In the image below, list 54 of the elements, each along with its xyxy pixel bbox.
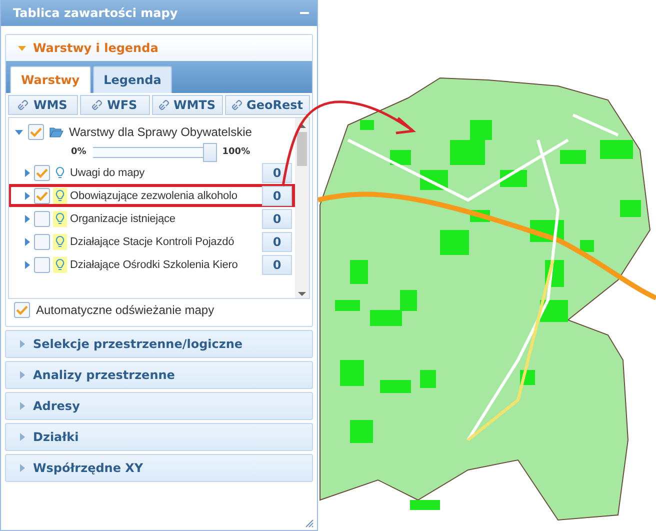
caret-right-icon[interactable] — [18, 340, 26, 348]
layer-name[interactable]: Działające Ośrodki Szkolenia Kiero — [70, 258, 238, 270]
slider-thumb[interactable] — [202, 142, 217, 162]
link-icon — [232, 100, 242, 110]
caret-right-icon[interactable] — [23, 214, 31, 222]
slider-min-label: 0% — [71, 147, 86, 157]
section-header[interactable]: Selekcje przestrzenne/logiczne — [5, 330, 313, 358]
caret-right-icon[interactable] — [23, 260, 31, 268]
service-button[interactable]: WMS — [8, 95, 78, 115]
count-button[interactable]: 0 — [262, 254, 292, 274]
group-name[interactable]: Warstwy dla Sprawy Obywatelskie — [69, 125, 252, 139]
checkbox[interactable] — [34, 256, 50, 272]
layer-name[interactable]: Organizacje istniejące — [70, 212, 176, 224]
caret-right-icon[interactable] — [23, 192, 31, 200]
checkbox[interactable] — [34, 234, 50, 250]
checkbox[interactable] — [34, 164, 50, 180]
checkbox-label: Automatyczne odświeżanie mapy — [36, 303, 214, 317]
link-icon — [158, 100, 168, 110]
caret-down-icon[interactable] — [18, 44, 26, 52]
resize-grip-icon[interactable] — [305, 519, 314, 528]
checkbox[interactable] — [28, 124, 44, 140]
count-button[interactable]: 0 — [262, 232, 292, 252]
layer-name[interactable]: Uwagi do mapy — [70, 166, 145, 178]
caret-right-icon[interactable] — [23, 168, 31, 176]
layer-name[interactable]: Działające Stacje Kontroli Pojazdó — [70, 236, 234, 248]
caret-right-icon[interactable] — [23, 238, 31, 246]
checkbox[interactable] — [14, 302, 30, 318]
caret-down-icon[interactable] — [15, 128, 23, 136]
caret-right-icon[interactable] — [18, 464, 26, 472]
section-header[interactable]: Działki — [5, 423, 313, 451]
caret-right-icon[interactable] — [18, 402, 26, 410]
service-button[interactable]: GeoRest — [224, 95, 310, 115]
count-button[interactable]: 0 — [262, 162, 292, 182]
checkbox[interactable] — [34, 210, 50, 226]
section-header[interactable]: Analizy przestrzenne — [5, 361, 313, 389]
scrollbar[interactable] — [295, 118, 309, 298]
service-button[interactable]: WFS — [80, 95, 150, 115]
layer-name[interactable]: Obowiązujące zezwolenia alkoholo — [70, 190, 238, 202]
panel-title: Tablica zawartości mapy — [13, 6, 178, 20]
count-button[interactable]: 0 — [262, 208, 292, 228]
caret-right-icon[interactable] — [18, 433, 26, 441]
link-icon — [92, 100, 102, 110]
section-header[interactable]: Adresy — [5, 392, 313, 420]
link-icon — [18, 100, 28, 110]
tab[interactable]: Legenda — [92, 66, 172, 93]
service-button[interactable]: WMTS — [152, 95, 223, 115]
section-header[interactable]: Współrzędne XY — [5, 454, 313, 482]
tab[interactable]: Warstwy — [10, 66, 91, 93]
section-header[interactable]: Warstwy i legenda — [6, 35, 312, 61]
slider-max-label: 100% — [222, 147, 250, 157]
checkbox[interactable] — [34, 188, 50, 204]
count-button[interactable]: 0 — [262, 186, 292, 206]
folder-icon — [49, 126, 64, 138]
caret-right-icon[interactable] — [18, 371, 26, 379]
